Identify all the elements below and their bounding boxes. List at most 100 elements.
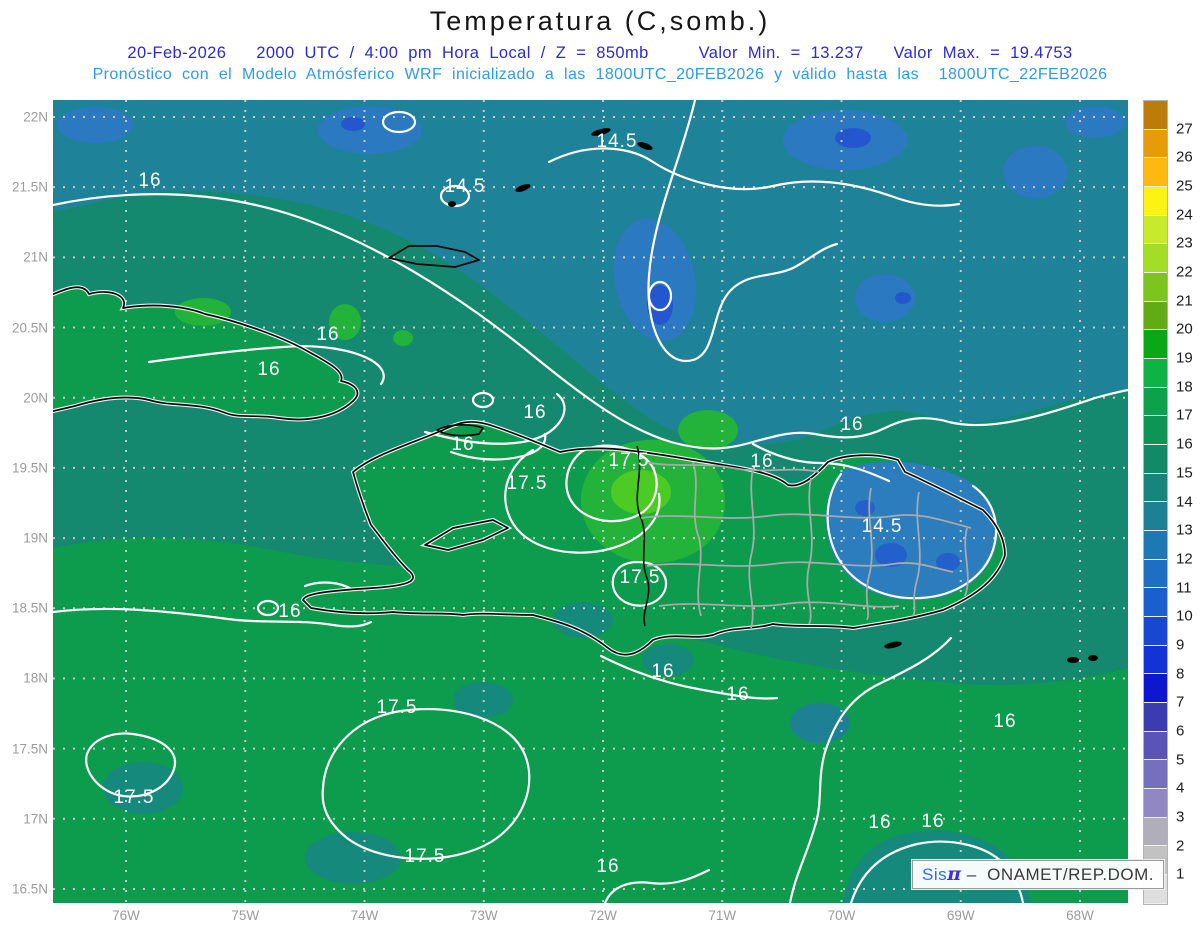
colorbar-tick-label: 26 — [1176, 148, 1193, 166]
colorbar-tick-label: 20 — [1176, 320, 1193, 338]
colorbar-tick-label: 10 — [1176, 607, 1193, 625]
colorbar-tick-label: 13 — [1176, 521, 1193, 539]
lat-tick-label: 18N — [23, 670, 48, 686]
contour-label: 16 — [596, 856, 619, 877]
colorbar-tick-label: 18 — [1176, 378, 1193, 396]
colorbar-tick-label: 25 — [1176, 177, 1193, 195]
contour-label: 14.5 — [862, 516, 903, 537]
lon-tick-label: 73W — [469, 908, 498, 923]
colorbar-tick-label: 3 — [1176, 808, 1185, 826]
colorbar-tick-label: 11 — [1176, 579, 1192, 597]
colorbar-cell — [1144, 617, 1167, 646]
colorbar-cell — [1144, 502, 1167, 532]
colorbar-cell — [1144, 731, 1167, 761]
colorbar-tick-label: 5 — [1176, 751, 1185, 769]
contour-label: 16 — [921, 811, 944, 832]
contour-label: 17.5 — [620, 567, 661, 588]
temperature-colorbar — [1143, 100, 1168, 905]
colorbar-tick-label: 21 — [1176, 292, 1193, 310]
contour-label: 16 — [451, 434, 474, 455]
colorbar-cell — [1144, 559, 1167, 589]
colorbar-tick-label: 9 — [1176, 636, 1185, 654]
lon-tick-label: 71W — [708, 908, 737, 923]
lon-tick-label: 72W — [589, 908, 617, 923]
contour-label: 16 — [868, 812, 891, 833]
contour-label: 17.5 — [405, 846, 446, 867]
colorbar-tick-label: 6 — [1176, 722, 1185, 740]
colorbar-cell — [1144, 645, 1167, 675]
lat-tick-label: 22N — [23, 109, 48, 125]
contour-label: 16 — [726, 684, 749, 705]
contour-label: 16 — [750, 451, 773, 472]
lon-tick-label: 69W — [946, 908, 975, 923]
colorbar-cell — [1144, 301, 1167, 331]
contour-label: 17.5 — [114, 787, 155, 808]
colorbar-cell — [1144, 445, 1167, 474]
lat-tick-label: 18.5N — [11, 600, 48, 616]
lat-tick-label: 21N — [23, 249, 48, 265]
contour-label: 16 — [257, 359, 280, 380]
colorbar-tick-label: 7 — [1176, 693, 1185, 711]
colorbar-cell — [1144, 187, 1167, 216]
watermark-box: Sisπ – ONAMET/REP.DOM. — [912, 860, 1164, 889]
contour-label: 16 — [840, 414, 863, 435]
colorbar-tick-label: 24 — [1176, 206, 1193, 224]
colorbar-cell — [1144, 817, 1167, 847]
contour-label: 16 — [316, 324, 339, 345]
contour-label: 16 — [651, 661, 674, 682]
colorbar-cell — [1144, 101, 1167, 130]
weather-map-page: Temperatura (C,somb.) 20-Feb-2026 2000 U… — [0, 0, 1200, 927]
colorbar-tick-label: 19 — [1176, 349, 1193, 367]
map-plot-area: 16 14.5 14.5 16 16 16 16 17.5 17.5 16 16 14.5 17.5 16… — [48, 98, 1130, 905]
colorbar-cell — [1144, 703, 1167, 732]
contour-label: 14.5 — [597, 131, 638, 152]
colorbar-tick-label: 12 — [1176, 550, 1193, 568]
colorbar-tick-label: 27 — [1176, 120, 1193, 138]
colorbar-cell — [1144, 129, 1167, 159]
watermark-sis: Sis — [922, 865, 948, 884]
lat-tick-label: 17.5N — [11, 741, 48, 757]
highland-lime-core — [611, 470, 671, 514]
contour-label: 17.5 — [377, 697, 418, 718]
colorbar-cell — [1144, 760, 1167, 790]
colorbar-tick-label: 1 — [1176, 865, 1185, 883]
colorbar-tick-label: 8 — [1176, 665, 1185, 683]
lat-tick-label: 16.5N — [11, 881, 48, 897]
colorbar-cell — [1144, 387, 1167, 417]
colorbar-cell — [1144, 244, 1167, 274]
header: Temperatura (C,somb.) 20-Feb-2026 2000 U… — [0, 0, 1200, 84]
colorbar-cell — [1144, 359, 1167, 388]
lon-tick-label: 74W — [350, 908, 379, 923]
contour-label: 16 — [138, 170, 161, 191]
page-title: Temperatura (C,somb.) — [429, 6, 771, 36]
colorbar-cell — [1144, 789, 1167, 818]
contour-label: 16 — [993, 711, 1016, 732]
contour-label: 14.5 — [445, 176, 486, 197]
colorbar-cell — [1144, 416, 1167, 446]
contour-label: 17.5 — [609, 450, 650, 471]
colorbar-cell — [1144, 273, 1167, 302]
contour-label: 16 — [278, 601, 301, 622]
colorbar-cell — [1144, 588, 1167, 618]
contour-label: 17.5 — [507, 473, 548, 494]
lat-tick-label: 17N — [23, 811, 48, 827]
watermark-credit: – ONAMET/REP.DOM. — [961, 865, 1154, 884]
colorbar-tick-label: 14 — [1176, 493, 1193, 510]
lon-tick-label: 68W — [1066, 908, 1094, 923]
colorbar-cell — [1144, 674, 1167, 704]
lon-tick-label: 76W — [112, 908, 140, 923]
lat-tick-label: 20.5N — [11, 320, 48, 336]
lat-tick-label: 19.5N — [11, 460, 48, 476]
colorbar-cell — [1144, 330, 1167, 360]
lon-tick-label: 70W — [827, 908, 856, 923]
colorbar-cell — [1144, 158, 1167, 188]
contour-label: 16 — [523, 402, 546, 423]
lat-tick-label: 19N — [23, 530, 48, 546]
temperature-contour-map: 16 14.5 14.5 16 16 16 16 17.5 17.5 16 16 14.5 17.5 16… — [48, 98, 1130, 905]
lat-tick-label: 20N — [23, 390, 48, 406]
colorbar-tick-label: 2 — [1176, 837, 1185, 855]
colorbar-cell — [1144, 473, 1167, 503]
colorbar-tick-label: 4 — [1176, 779, 1185, 797]
colorbar-cell — [1144, 531, 1167, 560]
colorbar-tick-label: 17 — [1176, 406, 1193, 424]
